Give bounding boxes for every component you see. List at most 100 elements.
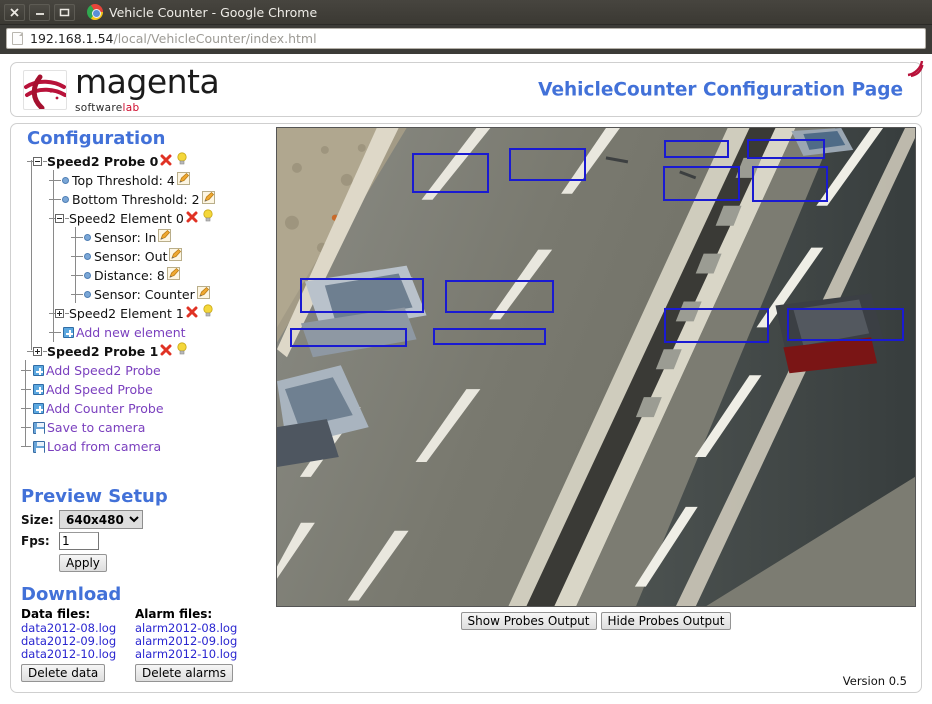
download-columns: Data files: data2012-08.log data2012-09.l… [21,607,266,682]
download-section: Download Data files: data2012-08.log data… [21,584,266,682]
urlbar-container: 192.168.1.54/local/VehicleCounter/index.… [0,25,932,52]
tree-node-label: Speed2 Element 1 [69,306,184,321]
tree-node[interactable]: Sensor: Counter [27,284,266,303]
brand-tagline: softwarelab [75,102,139,114]
roi-lane3-top[interactable] [664,140,729,158]
add-new-element-link[interactable]: Add new element [76,325,186,340]
action-link[interactable]: Add Speed2 Probe [46,363,161,378]
delete-alarms-button[interactable]: Delete alarms [135,664,233,682]
bulb-icon[interactable] [176,342,188,361]
roi-lane1-counter[interactable] [290,328,407,347]
tree-node[interactable]: Distance: 8 [27,265,266,284]
tree-guide-line [53,170,54,342]
action-link[interactable]: Load from camera [47,439,161,454]
apply-button[interactable]: Apply [59,554,107,572]
brand-name: magenta [75,62,220,101]
page-document-icon [12,32,23,45]
tree-node[interactable]: Add new element [27,322,266,341]
close-window-button[interactable] [4,3,25,21]
tree-action-row[interactable]: Load from camera [21,436,266,455]
alarm-file-link[interactable]: alarm2012-10.log [135,648,237,661]
delete-icon[interactable] [160,342,172,361]
edit-icon[interactable] [201,190,215,209]
address-bar[interactable]: 192.168.1.54/local/VehicleCounter/index.… [6,28,926,49]
edit-icon[interactable] [169,247,183,266]
edit-icon[interactable] [196,285,210,304]
tree-action-row[interactable]: Add Speed2 Probe [21,360,266,379]
tree-node[interactable]: Bottom Threshold: 2 [27,189,266,208]
roi-lane4-mid[interactable] [752,166,828,202]
tree-node-label: Sensor: In [94,230,157,245]
collapse-toggle-icon[interactable] [55,214,64,223]
window-titlebar: Vehicle Counter - Google Chrome [0,0,932,25]
tree-node[interactable]: Speed2 Probe 0 [27,151,266,170]
roi-lane3-mid[interactable] [663,166,740,201]
signal-wave-icon [907,60,924,78]
fps-input[interactable] [59,532,99,550]
camera-preview[interactable] [276,127,916,607]
tree-node[interactable]: Speed2 Element 1 [27,303,266,322]
data-file-link[interactable]: data2012-10.log [21,648,117,661]
add-icon[interactable] [33,365,44,376]
action-link[interactable]: Add Speed Probe [46,382,153,397]
tree-node[interactable]: Speed2 Probe 1 [27,341,266,360]
size-select[interactable]: 640x480 [59,510,143,529]
add-icon[interactable] [63,327,74,338]
data-files-header: Data files: [21,607,91,621]
save-icon[interactable] [33,421,45,434]
action-link[interactable]: Add Counter Probe [46,401,164,416]
preview-setup-section: Preview Setup Size: 640x480 Fps: Apply [21,486,261,572]
bulb-icon[interactable] [202,209,214,228]
hide-probes-output-button[interactable]: Hide Probes Output [600,612,732,630]
data-files-column: Data files: data2012-08.log data2012-09.l… [21,607,117,682]
delete-icon[interactable] [186,304,198,323]
configuration-tree: Speed2 Probe 0 Top Threshold: 4 Bottom Thr… [27,151,266,360]
show-probes-output-button[interactable]: Show Probes Output [460,612,597,630]
leaf-bullet-icon [84,234,91,241]
alarm-files-column: Alarm files: alarm2012-08.log alarm2012-0… [135,607,237,682]
size-label: Size: [21,512,54,527]
leaf-bullet-icon [84,291,91,298]
expand-toggle-icon[interactable] [55,309,64,318]
roi-lane1-bottom[interactable] [300,278,424,313]
edit-icon[interactable] [166,266,180,285]
bulb-icon[interactable] [176,152,188,171]
tree-node[interactable]: Top Threshold: 4 [27,170,266,189]
collapse-toggle-icon[interactable] [33,157,42,166]
roi-lane3-bottom[interactable] [664,308,769,343]
roi-lane4-top[interactable] [747,139,825,159]
page-body: Configuration Speed2 Probe 0 Top Threshol… [10,123,922,693]
tree-node[interactable]: Sensor: Out [27,246,266,265]
tree-node[interactable]: Sensor: In [27,227,266,246]
save-icon[interactable] [33,440,45,453]
roi-lane2-bottom[interactable] [445,280,554,313]
configuration-heading: Configuration [27,128,166,149]
url-path: /local/VehicleCounter/index.html [113,31,317,46]
size-field-row: Size: 640x480 [21,510,261,529]
leaf-bullet-icon [62,196,69,203]
tree-action-row[interactable]: Add Counter Probe [21,398,266,417]
add-icon[interactable] [33,403,44,414]
roi-lane2-top[interactable] [509,148,586,181]
expand-toggle-icon[interactable] [33,347,42,356]
edit-icon[interactable] [176,171,190,190]
delete-data-button[interactable]: Delete data [21,664,106,682]
delete-icon[interactable] [186,209,198,228]
action-link[interactable]: Save to camera [47,420,145,435]
maximize-window-button[interactable] [54,3,75,21]
minimize-window-button[interactable] [29,3,50,21]
tree-action-row[interactable]: Save to camera [21,417,266,436]
add-icon[interactable] [33,384,44,395]
leaf-bullet-icon [84,272,91,279]
edit-icon[interactable] [158,228,172,247]
roi-lane4-bottom[interactable] [787,308,904,341]
tree-action-row[interactable]: Add Speed Probe [21,379,266,398]
tree-node-label: Sensor: Out [94,249,168,264]
tree-action-list: Add Speed2 Probe Add Speed Probe Add Count… [21,360,266,455]
bulb-icon[interactable] [202,304,214,323]
delete-icon[interactable] [160,152,172,171]
tree-node-label: Speed2 Probe 0 [47,154,159,169]
tree-node[interactable]: Speed2 Element 0 [27,208,266,227]
roi-lane1-top[interactable] [412,153,489,193]
roi-lane2-counter[interactable] [433,328,546,345]
